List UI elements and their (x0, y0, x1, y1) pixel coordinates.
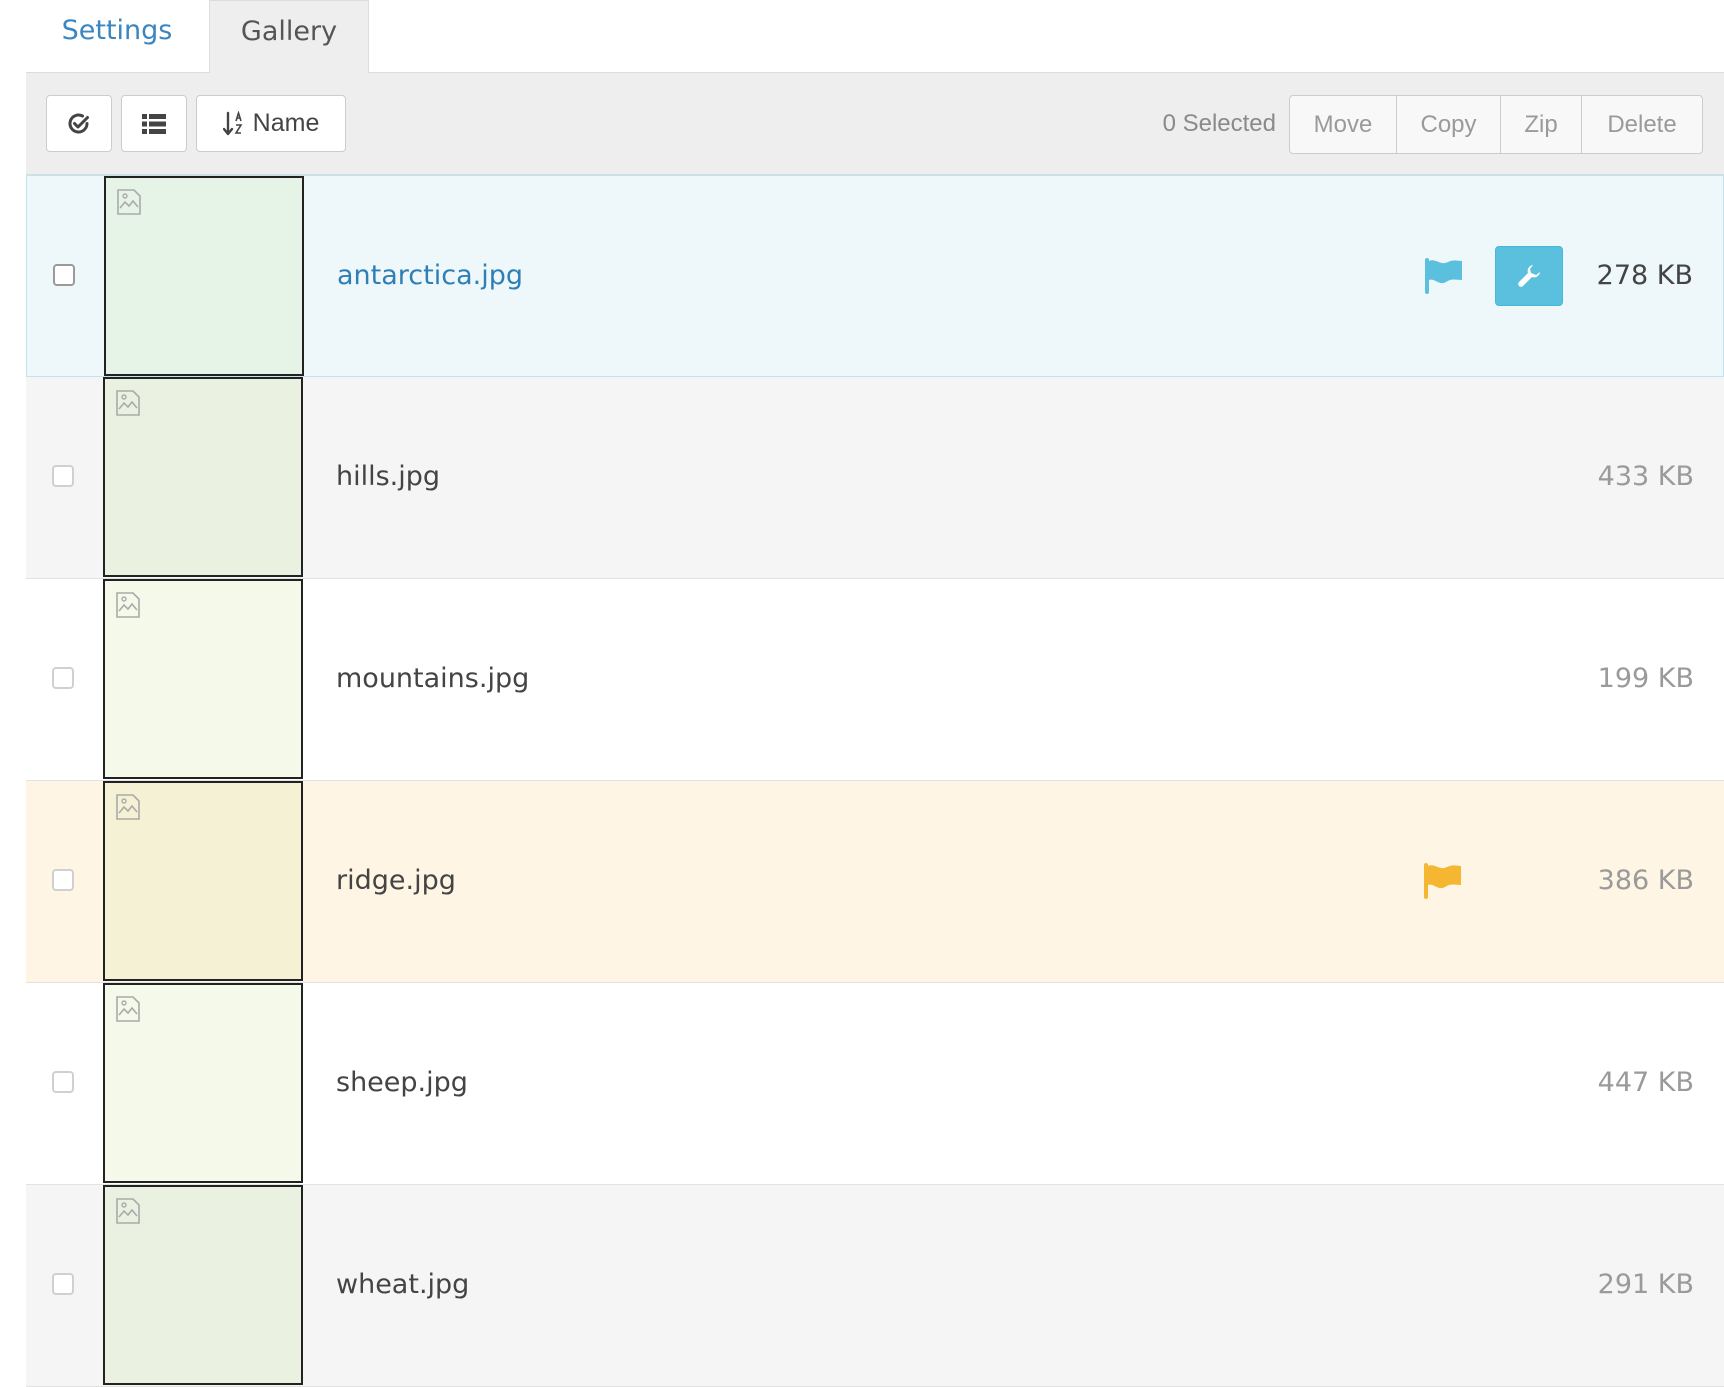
thumbnail[interactable] (103, 1185, 303, 1385)
wrench-icon (1518, 265, 1540, 287)
thumbnail[interactable] (103, 781, 303, 981)
thumbnail[interactable] (103, 579, 303, 779)
file-size: 199 KB (1597, 663, 1694, 694)
broken-image-icon (116, 996, 140, 1022)
broken-image-icon (117, 189, 141, 215)
file-row[interactable]: sheep.jpg 447 KB (26, 983, 1724, 1185)
tab-settings[interactable]: Settings (26, 0, 208, 72)
copy-button[interactable]: Copy (1396, 96, 1500, 153)
thumbnail[interactable] (103, 983, 303, 1183)
sort-label: Name (252, 109, 320, 137)
file-name[interactable]: mountains.jpg (336, 579, 529, 779)
edit-button[interactable] (1495, 246, 1563, 306)
file-size: 447 KB (1597, 1067, 1694, 1098)
broken-image-icon (116, 1198, 140, 1224)
thumbnail[interactable] (103, 377, 303, 577)
row-checkbox[interactable] (52, 869, 74, 891)
file-row[interactable]: ridge.jpg 386 KB (26, 781, 1724, 983)
broken-image-icon (116, 592, 140, 618)
file-row[interactable]: antarctica.jpg 278 KB (26, 175, 1724, 377)
file-size: 291 KB (1597, 1269, 1694, 1300)
file-row[interactable]: wheat.jpg 291 KB (26, 1185, 1724, 1387)
tab-gallery[interactable]: Gallery (209, 0, 369, 73)
file-row[interactable]: hills.jpg 433 KB (26, 377, 1724, 579)
file-manager: Settings Gallery Name 0 Selected Move Co… (26, 0, 1724, 1387)
select-all-button[interactable] (46, 95, 112, 152)
file-name-link[interactable]: antarctica.jpg (337, 176, 523, 376)
file-size: 386 KB (1597, 865, 1694, 896)
file-size: 278 KB (1596, 260, 1693, 291)
check-circle-icon (68, 113, 89, 133)
bulk-actions: Move Copy Zip Delete (1289, 95, 1703, 154)
row-checkbox[interactable] (52, 465, 74, 487)
delete-button[interactable]: Delete (1581, 96, 1702, 153)
selected-count: 0 Selected (1162, 110, 1276, 137)
row-checkbox[interactable] (52, 667, 74, 689)
sort-by-name-button[interactable]: Name (196, 95, 346, 152)
list-icon (142, 113, 166, 134)
toolbar: Name 0 Selected Move Copy Zip Delete (26, 73, 1724, 175)
thumbnail[interactable] (104, 176, 304, 376)
sort-alpha-icon (222, 110, 243, 135)
broken-image-icon (116, 794, 140, 820)
file-row[interactable]: mountains.jpg 199 KB (26, 579, 1724, 781)
row-checkbox[interactable] (53, 264, 75, 286)
move-button[interactable]: Move (1290, 96, 1396, 153)
file-name[interactable]: sheep.jpg (336, 983, 468, 1183)
zip-button[interactable]: Zip (1500, 96, 1581, 153)
file-name[interactable]: hills.jpg (336, 377, 440, 577)
row-checkbox[interactable] (52, 1071, 74, 1093)
broken-image-icon (116, 390, 140, 416)
tab-bar: Settings Gallery (26, 0, 1724, 73)
file-name[interactable]: wheat.jpg (336, 1185, 469, 1385)
file-size: 433 KB (1597, 461, 1694, 492)
file-list: antarctica.jpg 278 KB hills.jpg 433 KB m… (26, 175, 1724, 1387)
flag-icon[interactable] (1423, 863, 1463, 899)
flag-icon[interactable] (1424, 258, 1464, 294)
file-name[interactable]: ridge.jpg (336, 781, 456, 981)
list-view-button[interactable] (121, 95, 187, 152)
row-checkbox[interactable] (52, 1273, 74, 1295)
